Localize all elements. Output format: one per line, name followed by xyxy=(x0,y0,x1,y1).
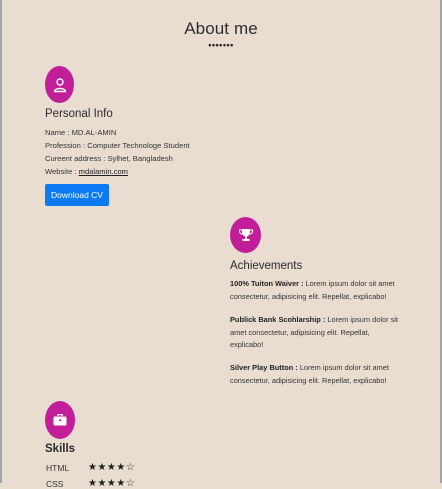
trophy-icon xyxy=(230,217,261,253)
download-cv-button[interactable]: Download CV xyxy=(45,184,109,206)
info-website-label: Website : xyxy=(45,167,79,176)
title-dots-divider: ••••••• xyxy=(208,40,234,50)
skill-row-css: CSS ★★★★☆ xyxy=(46,478,135,489)
skills-title: Skills xyxy=(45,443,76,455)
skill-name: HTML xyxy=(46,462,70,473)
info-address: Cureent address : Sylhet, Bangladesh xyxy=(45,154,173,163)
achievement-heading: Silver Play Button : xyxy=(230,363,298,372)
skill-name: CSS xyxy=(46,478,64,489)
website-link[interactable]: mdalamin.com xyxy=(79,167,128,176)
page-title: About me xyxy=(184,19,258,38)
personal-info-title: Personal Info xyxy=(45,108,113,120)
info-name: Name : MD.AL-AMIN xyxy=(45,128,117,137)
user-icon xyxy=(45,66,74,103)
skill-row-html: HTML ★★★★☆ xyxy=(46,462,135,473)
achievement-item: 100% Tuiton Waiver : Lorem ipsum dolor s… xyxy=(230,278,400,303)
window-frame-left xyxy=(0,0,2,483)
briefcase-icon xyxy=(45,401,75,439)
achievement-heading: Publick Bank Scohlarship : xyxy=(230,315,326,324)
achievement-item: Publick Bank Scohlarship : Lorem ipsum d… xyxy=(230,314,400,352)
star-rating: ★★★★☆ xyxy=(88,462,136,473)
info-website: Website : mdalamin.com xyxy=(45,165,190,178)
info-profession: Profession : Computer Technologe Student xyxy=(45,141,190,150)
personal-info-details: Name : MD.AL-AMIN Profession : Computer … xyxy=(45,126,190,178)
achievement-item: Silver Play Button : Lorem ipsum dolor s… xyxy=(230,362,400,387)
star-rating: ★★★★☆ xyxy=(88,478,136,489)
achievement-heading: 100% Tuiton Waiver : xyxy=(230,279,304,288)
achievements-title: Achievements xyxy=(230,260,303,272)
